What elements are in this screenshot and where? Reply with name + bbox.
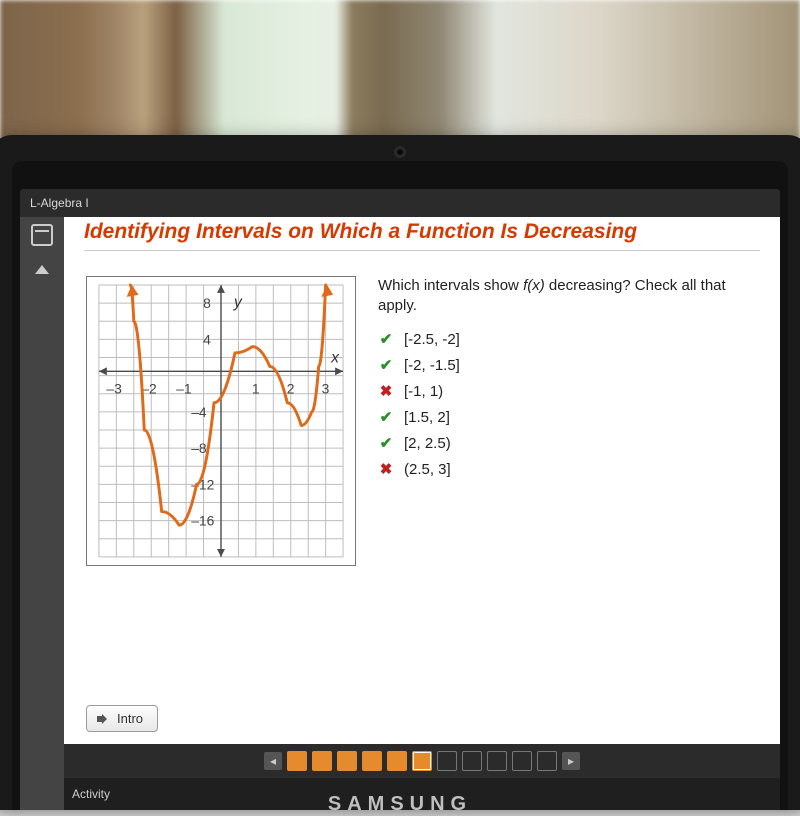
svg-text:–4: –4 — [191, 404, 207, 420]
option-3[interactable]: ✔ [1.5, 2] — [378, 409, 752, 426]
svg-text:–3: –3 — [106, 380, 122, 396]
option-text: [-2.5, -2] — [404, 331, 460, 348]
option-text: [-1, 1) — [404, 383, 443, 400]
pager-cell-7[interactable] — [437, 751, 457, 771]
lesson-body: y x 84–4–8–12–16 –3–2–1123 Which interva… — [64, 262, 780, 566]
option-text: (2.5, 3] — [404, 461, 451, 478]
option-1[interactable]: ✔ [-2, -1.5] — [378, 357, 752, 374]
pager-cell-2[interactable] — [312, 751, 332, 771]
svg-text:2: 2 — [287, 380, 295, 396]
option-text: [1.5, 2] — [404, 409, 450, 426]
pager-bar: ◂ ▸ — [64, 744, 780, 778]
option-2[interactable]: ✖ [-1, 1) — [378, 383, 752, 400]
question-fx: f(x) — [523, 277, 545, 294]
lesson-title: Identifying Intervals on Which a Functio… — [64, 217, 780, 262]
pager-cell-10[interactable] — [512, 751, 532, 771]
svg-text:–16: –16 — [191, 513, 214, 529]
intro-label: Intro — [117, 711, 143, 726]
laptop-brand: SAMSUNG — [328, 793, 472, 816]
collapse-button[interactable] — [28, 257, 56, 281]
chevron-up-icon — [35, 265, 49, 274]
pager-prev[interactable]: ◂ — [264, 752, 282, 770]
pager-cell-5[interactable] — [387, 751, 407, 771]
option-5[interactable]: ✖ (2.5, 3] — [378, 461, 752, 478]
x-axis-label: x — [330, 349, 340, 366]
calculator-button[interactable] — [28, 223, 56, 247]
pager-cell-9[interactable] — [487, 751, 507, 771]
option-text: [2, 2.5) — [404, 435, 451, 452]
question-part-a: Which intervals show — [378, 277, 523, 294]
pager-cell-8[interactable] — [462, 751, 482, 771]
svg-text:–1: –1 — [176, 380, 192, 396]
check-icon: ✔ — [378, 331, 394, 347]
left-toolbar — [20, 217, 64, 810]
svg-text:1: 1 — [252, 380, 260, 396]
speaker-icon — [97, 713, 111, 725]
webcam — [394, 146, 406, 158]
option-text: [-2, -1.5] — [404, 357, 460, 374]
pager-next[interactable]: ▸ — [562, 752, 580, 770]
laptop-bezel: L-Algebra I Identifying Intervals on Whi… — [0, 135, 800, 810]
calculator-icon — [31, 224, 53, 246]
check-icon: ✔ — [378, 357, 394, 373]
intro-button[interactable]: Intro — [86, 705, 158, 732]
screen: L-Algebra I Identifying Intervals on Whi… — [20, 189, 780, 810]
question-text: Which intervals show f(x) decreasing? Ch… — [378, 276, 752, 317]
pager-cell-11[interactable] — [537, 751, 557, 771]
check-icon: ✔ — [378, 435, 394, 451]
pager-cell-3[interactable] — [337, 751, 357, 771]
course-label: L-Algebra I — [20, 189, 780, 217]
y-axis-label: y — [233, 294, 243, 311]
option-4[interactable]: ✔ [2, 2.5) — [378, 435, 752, 452]
x-icon: ✖ — [378, 461, 394, 477]
pager-cell-1[interactable] — [287, 751, 307, 771]
function-graph: y x 84–4–8–12–16 –3–2–1123 — [86, 276, 356, 566]
svg-text:4: 4 — [203, 331, 211, 347]
svg-text:3: 3 — [322, 380, 330, 396]
graph-svg: y x 84–4–8–12–16 –3–2–1123 — [86, 276, 356, 566]
pager-cells — [287, 751, 557, 771]
answers-panel: Which intervals show f(x) decreasing? Ch… — [356, 262, 780, 487]
x-icon: ✖ — [378, 383, 394, 399]
svg-text:8: 8 — [203, 295, 211, 311]
check-icon: ✔ — [378, 409, 394, 425]
option-0[interactable]: ✔ [-2.5, -2] — [378, 331, 752, 348]
lesson-content: Identifying Intervals on Which a Functio… — [64, 217, 780, 810]
pager-cell-6[interactable] — [412, 751, 432, 771]
pager-cell-4[interactable] — [362, 751, 382, 771]
options-list: ✔[-2.5, -2]✔[-2, -1.5]✖[-1, 1)✔[1.5, 2]✔… — [378, 331, 752, 478]
svg-text:–8: –8 — [191, 440, 207, 456]
